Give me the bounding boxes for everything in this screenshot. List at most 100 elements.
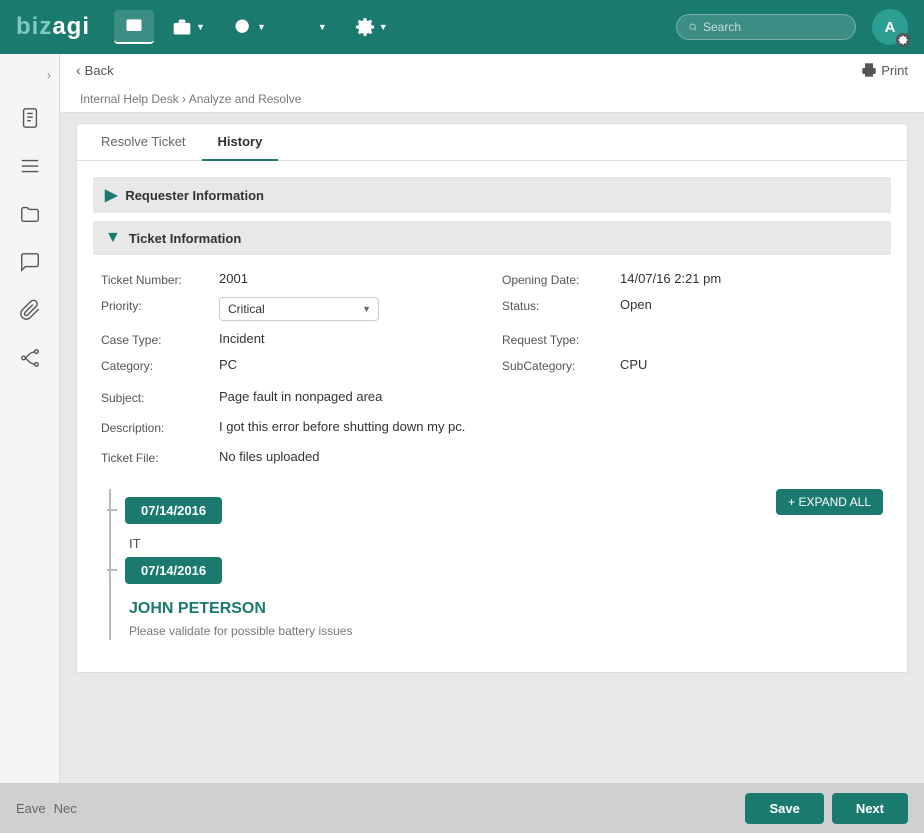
logo-text2: agi (52, 13, 90, 40)
nav-settings-button[interactable]: ▼ (345, 11, 398, 43)
subject-field: Subject: Page fault in nonpaged area (93, 385, 891, 409)
settings-chevron: ▼ (379, 22, 388, 32)
nav-search-button[interactable]: ▼ (223, 11, 276, 43)
avatar-badge (896, 33, 910, 47)
avatar-letter: A (885, 19, 896, 36)
description-label: Description: (101, 419, 211, 435)
sidebar-item-chat[interactable] (8, 240, 52, 284)
app-logo: bizagi (16, 13, 90, 41)
briefcase-icon (172, 17, 192, 37)
folder-icon (19, 203, 41, 225)
next-button[interactable]: Next (832, 793, 908, 824)
search-icon (233, 17, 253, 37)
status-field: Status: Open (502, 297, 883, 321)
sidebar: › (0, 54, 60, 783)
navbar: bizagi ▼ ▼ ▼ ▼ A (0, 0, 924, 54)
form-content: ▶ Requester Information ▼ Ticket Informa… (76, 161, 908, 673)
opening-date-label: Opening Date: (502, 271, 612, 287)
request-type-label: Request Type: (502, 331, 612, 347)
save-button[interactable]: Save (745, 793, 823, 824)
ticket-section-header[interactable]: ▼ Ticket Information (93, 221, 891, 255)
gear-icon (355, 17, 375, 37)
tab-resolve-ticket[interactable]: Resolve Ticket (85, 124, 202, 161)
attachment-icon (19, 299, 41, 321)
subcategory-label: SubCategory: (502, 357, 612, 373)
request-type-field: Request Type: (502, 331, 883, 347)
timeline-entry-3: JOHN PETERSON Please validate for possib… (125, 596, 883, 640)
search-input[interactable] (703, 20, 843, 34)
main-layout: › ‹ Back (0, 54, 924, 783)
breadcrumb: Internal Help Desk › Analyze and Resolve (60, 86, 924, 112)
nav-icons: ▼ ▼ ▼ ▼ (114, 10, 676, 44)
save-label: Save (769, 801, 799, 816)
nav-inbox-button[interactable] (114, 10, 154, 44)
collapse-button[interactable]: › (47, 68, 51, 82)
sidebar-item-document[interactable] (8, 96, 52, 140)
sidebar-item-list[interactable] (8, 144, 52, 188)
tab-history[interactable]: History (202, 124, 279, 161)
priority-select-wrapper: Critical High Medium Low (219, 297, 379, 321)
subject-label: Subject: (101, 389, 211, 405)
ticket-number-label: Ticket Number: (101, 271, 211, 287)
breadcrumb-text: Internal Help Desk › Analyze and Resolve (80, 92, 301, 106)
sidebar-item-workflow[interactable] (8, 336, 52, 380)
timeline-container: 07/14/2016 IT 07/14/2016 JOHN PETERSON (101, 489, 883, 640)
subcategory-field: SubCategory: CPU (502, 357, 883, 373)
timeline-vertical-line (109, 489, 111, 640)
tab-resolve-label: Resolve Ticket (101, 134, 186, 149)
next-label: Next (856, 801, 884, 816)
subcategory-value: CPU (620, 357, 647, 372)
timeline-connector-2 (107, 569, 117, 571)
requester-section-header[interactable]: ▶ Requester Information (93, 177, 891, 213)
cases-chevron: ▼ (196, 22, 205, 32)
printer-icon (861, 62, 877, 78)
avatar[interactable]: A (872, 9, 908, 45)
ticket-number-field: Ticket Number: 2001 (101, 271, 482, 287)
list-icon (19, 155, 41, 177)
settings-small-icon (898, 35, 908, 45)
case-type-field: Case Type: Incident (101, 331, 482, 347)
priority-label: Priority: (101, 297, 211, 313)
timeline-section: + EXPAND ALL 07/14/2016 IT (93, 481, 891, 656)
requester-section-title: Requester Information (125, 188, 264, 203)
logo-text: biz (16, 13, 52, 40)
tabs-container: Resolve Ticket History (76, 123, 908, 161)
bottom-label-nec: Nec (54, 801, 77, 816)
status-value: Open (620, 297, 652, 312)
ticket-expand-icon: ▼ (105, 229, 121, 247)
category-label: Category: (101, 357, 211, 373)
sidebar-collapse[interactable]: › (0, 64, 59, 86)
search-box-icon (689, 20, 697, 34)
case-type-value: Incident (219, 331, 265, 346)
back-link[interactable]: ‹ Back (76, 62, 114, 78)
opening-date-field: Opening Date: 14/07/16 2:21 pm (502, 271, 883, 287)
timeline-entry-1: IT (125, 536, 883, 551)
back-chevron-icon: ‹ (76, 62, 81, 78)
reports-chevron: ▼ (318, 22, 327, 32)
search-chevron: ▼ (257, 22, 266, 32)
sidebar-item-folder[interactable] (8, 192, 52, 236)
ticket-file-field: Ticket File: No files uploaded (93, 445, 891, 469)
nav-cases-button[interactable]: ▼ (162, 11, 215, 43)
opening-date-value: 14/07/16 2:21 pm (620, 271, 721, 286)
search-box (676, 14, 856, 40)
ticket-fields-grid: Ticket Number: 2001 Opening Date: 14/07/… (93, 259, 891, 385)
bottom-bar-left: Eave Nec (16, 801, 737, 816)
bottom-bar: Eave Nec Save Next (0, 783, 924, 833)
priority-select[interactable]: Critical High Medium Low (219, 297, 379, 321)
inbox-icon (124, 16, 144, 36)
workflow-icon (19, 347, 41, 369)
bottom-spacer (60, 673, 924, 689)
nav-reports-button[interactable]: ▼ (284, 11, 337, 43)
print-button[interactable]: Print (861, 62, 908, 78)
status-label: Status: (502, 297, 612, 313)
bottom-label-eave: Eave (16, 801, 46, 816)
timeline-date-0: 07/14/2016 (125, 497, 222, 524)
sidebar-item-attachment[interactable] (8, 288, 52, 332)
ticket-file-label: Ticket File: (101, 449, 211, 465)
ticket-section-title: Ticket Information (129, 231, 241, 246)
timeline-entry-2: 07/14/2016 (125, 557, 883, 588)
timeline-label-1: IT (129, 532, 141, 555)
tabs-row: Resolve Ticket History (77, 124, 907, 161)
tab-history-label: History (218, 134, 263, 149)
